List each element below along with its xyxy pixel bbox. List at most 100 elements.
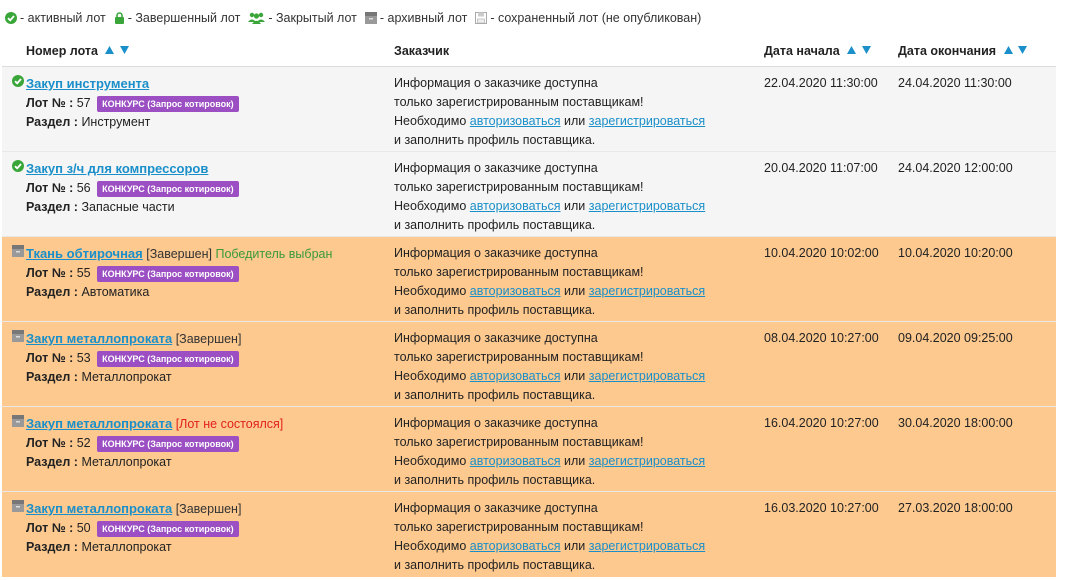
start-date: 10.04.2020 10:02:00 xyxy=(764,236,898,322)
customer-info-line1: Информация о заказчике доступна xyxy=(394,161,598,175)
col-icon xyxy=(2,36,26,67)
col-lot-label: Номер лота xyxy=(26,43,98,58)
lot-title-link[interactable]: Ткань обтирочная xyxy=(26,246,143,261)
fill-profile-text: и заполнить профиль поставщика. xyxy=(394,218,596,232)
col-end-label: Дата окончания xyxy=(898,43,997,58)
end-date: 24.04.2020 11:30:00 xyxy=(898,66,1056,152)
legend-completed: - Завершенный лот xyxy=(114,11,241,25)
legend-saved-label: - сохраненный лот (не опубликован) xyxy=(490,11,702,25)
lot-number-label: Лот № xyxy=(26,436,66,450)
sort-desc-icon[interactable] xyxy=(861,45,872,55)
customer-info-line2: только зарегистрированным поставщикам! xyxy=(394,435,644,449)
section-colon: : xyxy=(70,540,82,554)
lot-title-link[interactable]: Закуп металлопроката xyxy=(26,501,172,516)
sort-asc-icon[interactable] xyxy=(846,45,857,55)
customer-info-line1: Информация о заказчике доступна xyxy=(394,76,598,90)
lot-number-colon: : xyxy=(65,181,77,195)
lock-icon xyxy=(114,12,124,24)
check-circle-icon xyxy=(12,75,24,87)
table-row: Закуп металлопроката [Лот не состоялся] … xyxy=(2,406,1056,492)
section-value: Запасные части xyxy=(81,200,175,214)
lot-title-link[interactable]: Закуп з/ч для компрессоров xyxy=(26,161,208,176)
sort-asc-icon[interactable] xyxy=(104,45,115,55)
lot-type-badge: КОНКУРС (Запрос котировок) xyxy=(97,435,239,452)
authorize-link[interactable]: авторизоваться xyxy=(470,114,561,128)
table-row: Закуп металлопроката [Завершен] Лот № : … xyxy=(2,491,1056,577)
register-link[interactable]: зарегистрироваться xyxy=(589,369,705,383)
check-circle-icon xyxy=(5,12,17,24)
lot-number-label: Лот № xyxy=(26,266,66,280)
col-start-label: Дата начала xyxy=(764,43,840,58)
lot-cell: Закуп з/ч для компрессоров Лот № : 56 КО… xyxy=(26,151,394,237)
register-link[interactable]: зарегистрироваться xyxy=(589,284,705,298)
section-label: Раздел xyxy=(26,285,71,299)
lot-number-label: Лот № xyxy=(26,96,66,110)
lot-cell: Закуп металлопроката [Лот не состоялся] … xyxy=(26,406,394,492)
authorize-link[interactable]: авторизоваться xyxy=(470,539,561,553)
lot-number: 56 xyxy=(76,181,91,195)
sort-desc-icon[interactable] xyxy=(119,45,130,55)
or-text: или xyxy=(564,454,586,468)
lot-winner: Победитель выбран xyxy=(215,247,333,261)
section-label: Раздел xyxy=(26,200,71,214)
register-link[interactable]: зарегистрироваться xyxy=(589,454,705,468)
lot-status: [Завершен] xyxy=(146,247,212,261)
section-label: Раздел xyxy=(26,370,71,384)
authorize-link[interactable]: авторизоваться xyxy=(470,369,561,383)
section-colon: : xyxy=(70,200,82,214)
end-date: 30.04.2020 18:00:00 xyxy=(898,406,1056,492)
authorize-link[interactable]: авторизоваться xyxy=(470,199,561,213)
start-date: 16.04.2020 10:27:00 xyxy=(764,406,898,492)
col-start: Дата начала xyxy=(764,36,898,67)
archive-icon xyxy=(12,330,24,342)
col-lot: Номер лота xyxy=(26,36,394,67)
section-label: Раздел xyxy=(26,540,71,554)
fill-profile-text: и заполнить профиль поставщика. xyxy=(394,558,596,572)
lot-status: [Завершен] xyxy=(175,502,242,516)
end-date: 27.03.2020 18:00:00 xyxy=(898,491,1056,577)
customer-cell: Информация о заказчике доступна только з… xyxy=(394,236,764,322)
end-date: 09.04.2020 09:25:00 xyxy=(898,321,1056,407)
lot-number-colon: : xyxy=(65,266,77,280)
table-row: Ткань обтирочная [Завершен] Победитель в… xyxy=(2,236,1056,322)
fill-profile-text: и заполнить профиль поставщика. xyxy=(394,303,596,317)
authorize-link[interactable]: авторизоваться xyxy=(470,454,561,468)
save-icon xyxy=(475,12,488,24)
legend-completed-label: - Завершенный лот xyxy=(127,11,241,25)
start-date: 22.04.2020 11:30:00 xyxy=(764,66,898,152)
sort-asc-icon[interactable] xyxy=(1003,45,1014,55)
legend: - активный лот - Завершенный лот - Закры… xyxy=(0,0,1068,36)
lot-number-label: Лот № xyxy=(26,351,66,365)
lot-title-link[interactable]: Закуп металлопроката xyxy=(26,331,172,346)
sort-controls xyxy=(1003,44,1028,58)
lot-title-link[interactable]: Закуп металлопроката xyxy=(26,416,172,431)
lot-title-link[interactable]: Закуп инструмента xyxy=(26,76,149,91)
table-row: Закуп инструмента Лот № : 57 КОНКУРС (За… xyxy=(2,66,1056,152)
authorize-link[interactable]: авторизоваться xyxy=(470,284,561,298)
sort-desc-icon[interactable] xyxy=(1017,45,1028,55)
row-icon-cell xyxy=(2,406,26,492)
lot-type-badge: КОНКУРС (Запрос котировок) xyxy=(97,180,239,197)
register-link[interactable]: зарегистрироваться xyxy=(589,114,705,128)
register-link[interactable]: зарегистрироваться xyxy=(589,199,705,213)
need-text: Необходимо xyxy=(394,454,467,468)
row-icon-cell xyxy=(2,236,26,322)
lot-number-colon: : xyxy=(65,521,77,535)
lot-number-colon: : xyxy=(65,351,77,365)
archive-icon xyxy=(12,245,24,257)
customer-info-line1: Информация о заказчике доступна xyxy=(394,331,598,345)
register-link[interactable]: зарегистрироваться xyxy=(589,539,705,553)
lots-table: Номер лота Заказчик Дата начала Дата око… xyxy=(2,36,1056,577)
lot-number: 55 xyxy=(76,266,91,280)
section-value: Инструмент xyxy=(81,115,151,129)
section-value: Металлопрокат xyxy=(81,455,172,469)
archive-icon xyxy=(364,12,377,24)
need-text: Необходимо xyxy=(394,369,467,383)
archive-icon xyxy=(12,415,24,427)
legend-saved: - сохраненный лот (не опубликован) xyxy=(475,11,701,25)
lot-number: 50 xyxy=(76,521,91,535)
legend-closed: - Закрытый лот xyxy=(248,11,357,25)
need-text: Необходимо xyxy=(394,539,467,553)
or-text: или xyxy=(564,284,586,298)
customer-info-line1: Информация о заказчике доступна xyxy=(394,246,598,260)
